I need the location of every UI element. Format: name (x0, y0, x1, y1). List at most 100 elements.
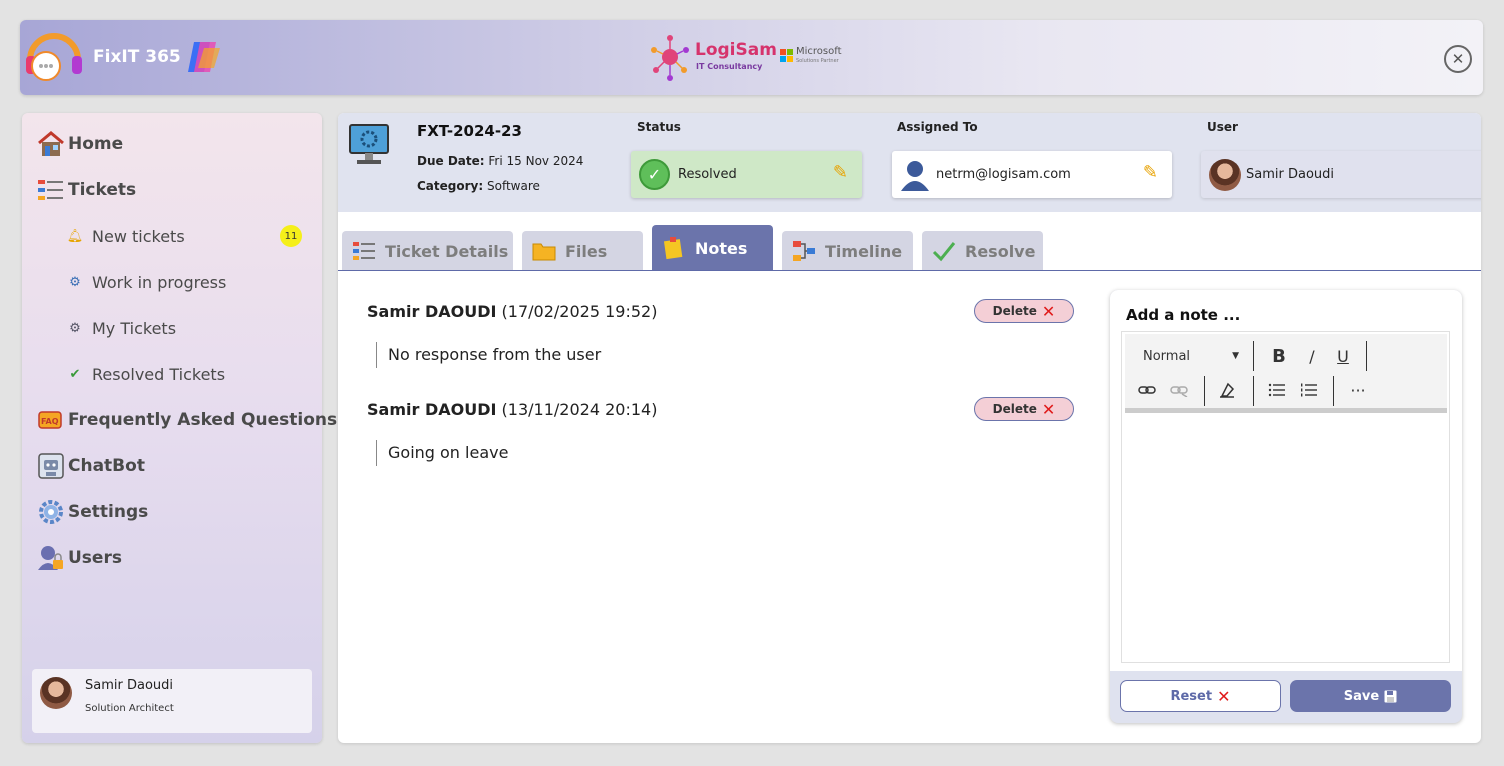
nav-users-label: Users (68, 548, 122, 568)
note-timestamp: (13/11/2024 20:14) (501, 400, 658, 419)
resolved-list-icon: ✔ (69, 366, 81, 382)
logisam-subtitle: IT Consultancy (696, 62, 763, 71)
paragraph-format-value: Normal (1143, 348, 1191, 364)
assigned-to-field[interactable]: netrm@logisam.com ✎ (892, 151, 1172, 198)
tab-resolve-label: Resolve (965, 241, 1036, 261)
person-icon (901, 160, 929, 191)
tab-notes[interactable]: Notes (652, 225, 773, 271)
tab-ticket-details-label: Ticket Details (385, 241, 509, 261)
toolbar-divider (1253, 376, 1254, 406)
app-logo-icon (26, 33, 82, 81)
timeline-icon (792, 239, 816, 263)
note-item: Samir DAOUDI (13/11/2024 20:14) Going on… (367, 397, 1077, 466)
gear-progress-icon: ⚙ (69, 274, 81, 290)
tab-ticket-details[interactable]: Ticket Details (342, 231, 513, 271)
microsoft-subtitle: Solutions Partner (796, 58, 839, 64)
red-x-icon: ✕ (1217, 686, 1231, 706)
profile-name: Samir Daoudi (85, 678, 174, 693)
toolbar-divider (1333, 376, 1334, 406)
faq-icon: FAQ (36, 405, 66, 435)
profile-role: Solution Architect (85, 703, 174, 714)
note-text: Going on leave (376, 440, 508, 466)
note-text-area[interactable] (1125, 413, 1447, 661)
note-author: Samir DAOUDI (367, 400, 497, 419)
avatar (40, 677, 72, 709)
note-item: Samir DAOUDI (17/02/2025 19:52) No respo… (367, 299, 1077, 368)
user-ticket-icon: ⚙ (69, 320, 81, 336)
edit-assignee-pencil-icon[interactable]: ✎ (1143, 162, 1158, 183)
microsoft-name: Microsoft (796, 46, 842, 57)
nav-chatbot[interactable]: ChatBot (36, 451, 145, 481)
sidebar: Home Tickets 🔔︎ New tickets 11 ⚙ Work in… (22, 113, 337, 743)
tab-files[interactable]: Files (522, 231, 643, 271)
numbered-list-icon[interactable] (1298, 379, 1320, 401)
nav-settings[interactable]: Settings (36, 497, 148, 527)
profile-card[interactable]: Samir Daoudi Solution Architect (32, 669, 312, 733)
category-label: Category: (417, 179, 484, 193)
nav-faq[interactable]: FAQ Frequently Asked Questions (36, 405, 337, 435)
editor-toolbar: Normal ▼ B / U ··· (1125, 334, 1447, 408)
reset-button-label: Reset (1170, 688, 1213, 704)
toolbar-divider (1366, 341, 1367, 371)
bulleted-list-icon[interactable] (1266, 379, 1288, 401)
assigned-to-value: netrm@logisam.com (936, 167, 1071, 182)
nav-work-in-progress[interactable]: ⚙ Work in progress (66, 269, 226, 295)
note-text: No response from the user (376, 342, 601, 368)
nav-users[interactable]: Users (36, 543, 122, 573)
delete-note-button[interactable]: Delete ✕ (974, 397, 1074, 421)
unlink-icon[interactable] (1168, 379, 1190, 401)
app-header: FixIT 365 LogiSam IT Consultancy Microso… (20, 20, 1483, 95)
nav-faq-label: Frequently Asked Questions (68, 410, 338, 430)
bold-button[interactable]: B (1268, 345, 1290, 367)
computer-settings-icon (349, 124, 389, 164)
link-icon[interactable] (1136, 379, 1158, 401)
user-value: Samir Daoudi (1246, 167, 1335, 182)
nav-my-tickets-label: My Tickets (92, 318, 177, 338)
add-note-panel: Add a note ... Normal ▼ B / U ··· Reset … (1110, 290, 1462, 723)
delete-note-button[interactable]: Delete ✕ (974, 299, 1074, 323)
nav-my-tickets[interactable]: ⚙ My Tickets (66, 315, 176, 341)
edit-status-pencil-icon[interactable]: ✎ (833, 162, 848, 183)
checkmark-icon (932, 239, 956, 263)
due-date-label: Due Date: (417, 154, 485, 168)
tab-timeline[interactable]: Timeline (782, 231, 913, 271)
ticket-summary-bar: FXT-2024-23 Due Date: Fri 15 Nov 2024 Ca… (338, 113, 1481, 212)
nav-new-tickets[interactable]: 🔔︎ New tickets (66, 223, 185, 249)
rich-text-editor: Normal ▼ B / U ··· (1121, 331, 1450, 663)
nav-home[interactable]: Home (36, 129, 123, 159)
status-field[interactable]: ✓ Resolved ✎ (631, 151, 862, 198)
status-label: Status (637, 120, 681, 134)
tab-resolve[interactable]: Resolve (922, 231, 1043, 271)
add-note-title: Add a note ... (1126, 306, 1241, 324)
nav-tickets[interactable]: Tickets (36, 175, 136, 205)
microsoft-logo-icon (780, 49, 793, 62)
note-timestamp: (17/02/2025 19:52) (501, 302, 658, 321)
avatar (1209, 158, 1241, 191)
robot-icon (36, 451, 66, 481)
status-value: Resolved (678, 167, 737, 182)
nav-resolved-tickets[interactable]: ✔ Resolved Tickets (66, 361, 226, 387)
tickets-list-icon (36, 175, 66, 205)
delete-note-label: Delete (992, 402, 1037, 416)
ticket-id: FXT-2024-23 (417, 122, 522, 140)
save-button-label: Save (1343, 688, 1380, 704)
clear-format-icon[interactable] (1216, 379, 1238, 401)
italic-button[interactable]: / (1301, 345, 1323, 367)
partner-logos: LogiSam IT Consultancy Microsoft Solutio… (648, 32, 858, 84)
more-options-button[interactable]: ··· (1347, 379, 1369, 401)
delete-note-label: Delete (992, 304, 1037, 318)
user-field[interactable]: Samir Daoudi (1201, 151, 1481, 198)
tab-notes-label: Notes (695, 238, 748, 258)
assigned-to-label: Assigned To (897, 120, 978, 134)
faq-icon-text: FAQ (41, 417, 59, 426)
due-date: Due Date: Fri 15 Nov 2024 (417, 154, 583, 168)
save-button[interactable]: Save (1290, 680, 1451, 712)
reset-button[interactable]: Reset ✕ (1120, 680, 1281, 712)
nav-chatbot-label: ChatBot (68, 456, 145, 476)
main-panel: FXT-2024-23 Due Date: Fri 15 Nov 2024 Ca… (338, 113, 1481, 743)
paragraph-format-select[interactable]: Normal ▼ (1143, 345, 1239, 367)
underline-button[interactable]: U (1332, 345, 1354, 367)
due-date-value: Fri 15 Nov 2024 (488, 154, 584, 168)
close-button[interactable]: ✕ (1444, 45, 1472, 73)
home-icon (36, 129, 66, 159)
